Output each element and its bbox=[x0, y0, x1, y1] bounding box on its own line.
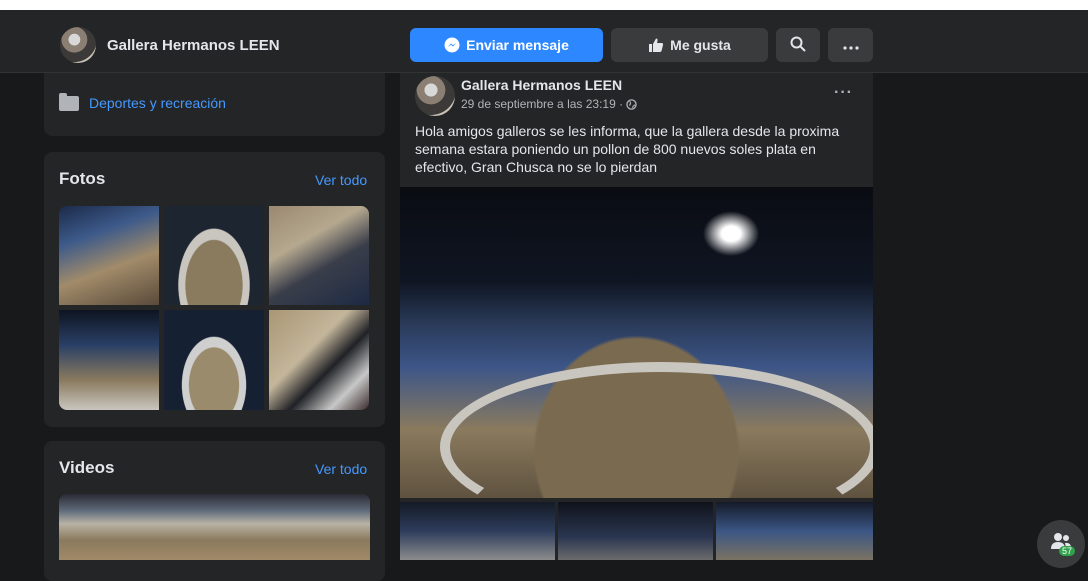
post-menu-icon[interactable]: ··· bbox=[834, 84, 853, 102]
search-button[interactable] bbox=[776, 28, 820, 62]
post-meta: 29 de septiembre a las 23:19 · bbox=[461, 97, 637, 111]
videos-title: Videos bbox=[59, 458, 115, 477]
send-message-label: Enviar mensaje bbox=[466, 37, 569, 53]
thumbs-up-icon bbox=[648, 37, 664, 53]
globe-icon bbox=[626, 98, 637, 110]
photo-thumbnail-5[interactable] bbox=[164, 310, 264, 410]
category-link-label: Deportes y recreación bbox=[89, 95, 226, 111]
photo-thumbnail-1[interactable] bbox=[59, 206, 159, 305]
photos-see-all-link[interactable]: Ver todo bbox=[315, 172, 367, 188]
search-icon bbox=[790, 36, 806, 55]
post-timestamp[interactable]: 29 de septiembre a las 23:19 · bbox=[461, 97, 623, 111]
like-label: Me gusta bbox=[670, 37, 731, 53]
post-photo-3[interactable] bbox=[558, 502, 713, 560]
photo-thumbnail-3[interactable] bbox=[269, 206, 369, 305]
contacts-count-badge: 57 bbox=[1059, 546, 1076, 556]
post-photo-4[interactable] bbox=[716, 502, 873, 560]
post-photo-2[interactable] bbox=[400, 502, 555, 560]
send-message-button[interactable]: Enviar mensaje bbox=[410, 28, 603, 62]
video-thumbnail-1[interactable] bbox=[59, 494, 370, 560]
photo-thumbnail-2[interactable] bbox=[164, 206, 264, 305]
photos-title: Fotos bbox=[59, 169, 106, 188]
photo-thumbnail-4[interactable] bbox=[59, 310, 159, 410]
category-link[interactable]: Deportes y recreación bbox=[59, 92, 226, 111]
like-page-button[interactable]: Me gusta bbox=[611, 28, 768, 62]
browser-top-strip bbox=[0, 0, 1088, 10]
more-options-button[interactable] bbox=[828, 28, 873, 62]
page-header-bar: Gallera Hermanos LEEN Enviar mensaje Me … bbox=[0, 10, 1088, 73]
page-name[interactable]: Gallera Hermanos LEEN bbox=[107, 37, 280, 54]
contacts-fab-button[interactable] bbox=[1037, 520, 1085, 568]
photo-thumbnail-6[interactable] bbox=[269, 310, 369, 410]
page-avatar[interactable] bbox=[60, 27, 96, 63]
post-main-photo[interactable] bbox=[400, 187, 873, 498]
post-author-name[interactable]: Gallera Hermanos LEEN bbox=[461, 77, 622, 93]
category-folder-icon bbox=[59, 92, 79, 111]
arena-ring-shape bbox=[440, 362, 873, 498]
post-text: Hola amigos galleros se les informa, que… bbox=[415, 123, 840, 175]
more-icon bbox=[842, 37, 859, 53]
videos-see-all-link[interactable]: Ver todo bbox=[315, 461, 367, 477]
messenger-icon bbox=[444, 37, 460, 53]
post-author-avatar[interactable] bbox=[415, 76, 455, 116]
